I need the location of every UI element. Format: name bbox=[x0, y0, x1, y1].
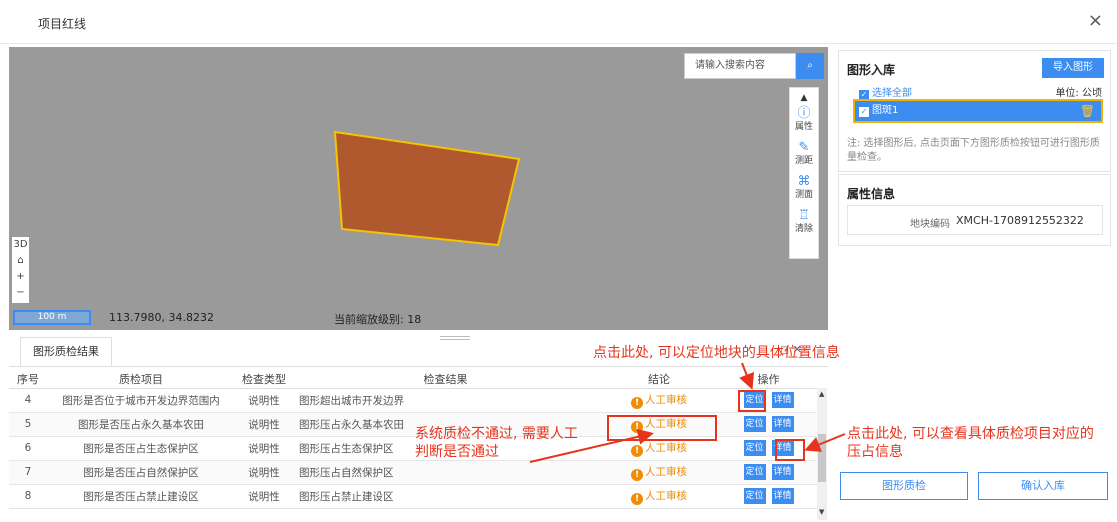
arrow-to-detail bbox=[804, 433, 846, 452]
project-redline-dialog: 项目红线 × 请输入搜索内容 ⌕ ▲ ⓘ 属性 ✎ 测距 ⌘ 测面 ♖ 清除 3… bbox=[0, 0, 1117, 522]
arrow-to-conclusion bbox=[529, 428, 654, 463]
arrow-to-locate bbox=[739, 362, 755, 390]
annotation-arrows bbox=[529, 362, 846, 463]
